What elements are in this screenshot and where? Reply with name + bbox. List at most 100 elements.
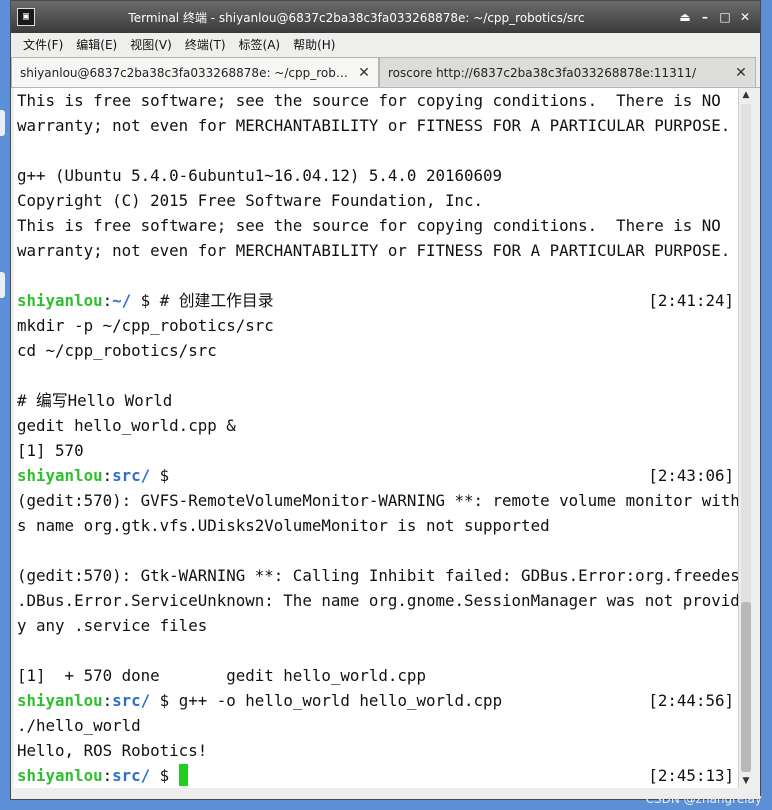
output-line: cd ~/cpp_robotics/src — [14, 338, 738, 363]
output-line: gedit hello_world.cpp & — [14, 413, 738, 438]
terminal-window: ▣ Terminal 终端 - shiyanlou@6837c2ba38c3fa… — [10, 0, 761, 800]
output-line: [1] + 570 done gedit hello_world.cpp — [14, 663, 738, 688]
line-text: [1] 570 — [17, 441, 84, 460]
prompt-separator: : — [102, 466, 113, 485]
scroll-up-icon[interactable]: ▲ — [739, 88, 753, 102]
prompt-username: shiyanlou — [17, 466, 103, 485]
tab-roscore-label: roscore http://6837c2ba38c3fa033268878e:… — [388, 65, 697, 80]
tab-bar: shiyanlou@6837c2ba38c3fa033268878e: ~/cp… — [11, 57, 760, 88]
menu-help[interactable]: 帮助(H) — [293, 36, 335, 53]
line-text: gedit hello_world.cpp & — [17, 416, 236, 435]
close-button[interactable]: ✕ — [738, 10, 752, 24]
vertical-scrollbar[interactable]: ▲ ▼ — [738, 88, 753, 788]
output-line: (gedit:570): Gtk-WARNING **: Calling Inh… — [14, 563, 738, 588]
close-icon[interactable]: ✕ — [727, 65, 755, 81]
line-text: mkdir -p ~/cpp_robotics/src — [17, 316, 274, 335]
prompt-line: shiyanlou:src/ $ g++ -o hello_world hell… — [14, 688, 738, 713]
output-line: g++ (Ubuntu 5.4.0-6ubuntu1~16.04.12) 5.4… — [14, 163, 738, 188]
menu-terminal[interactable]: 终端(T) — [185, 36, 226, 53]
line-text: warranty; not even for MERCHANTABILITY o… — [17, 241, 731, 260]
tab-roscore[interactable]: roscore http://6837c2ba38c3fa033268878e:… — [379, 57, 756, 87]
maximize-button[interactable]: □ — [718, 10, 732, 24]
output-line: (gedit:570): GVFS-RemoteVolumeMonitor-WA… — [14, 488, 738, 513]
prompt-path: src/ — [112, 691, 151, 710]
line-text: s name org.gtk.vfs.UDisks2VolumeMonitor … — [17, 516, 550, 535]
prompt-path: ~/ — [112, 291, 132, 310]
line-text: This is free software; see the source fo… — [17, 91, 721, 110]
output-line: This is free software; see the source fo… — [14, 88, 738, 113]
scrollbar-thumb[interactable] — [741, 602, 751, 772]
line-text: Hello, ROS Robotics! — [17, 741, 208, 760]
text-cursor — [178, 764, 188, 786]
line-text: Copyright (C) 2015 Free Software Foundat… — [17, 191, 484, 210]
prompt-line: shiyanlou:src/ $ [2:45:13] — [14, 763, 738, 788]
output-line: # 编写Hello World — [14, 388, 738, 413]
desktop-side-tab[interactable] — [0, 272, 5, 298]
line-text: g++ -o hello_world hello_world.cpp — [178, 691, 503, 710]
close-icon[interactable]: ✕ — [350, 65, 378, 81]
watermark: CSDN @zhangrelay — [645, 792, 762, 806]
output-line: Hello, ROS Robotics! — [14, 738, 738, 763]
line-text: # 编写Hello World — [17, 391, 173, 410]
prompt-username: shiyanlou — [17, 766, 103, 785]
prompt-symbol: $ — [131, 291, 160, 310]
scroll-down-icon[interactable]: ▼ — [739, 774, 753, 788]
line-text: g++ (Ubuntu 5.4.0-6ubuntu1~16.04.12) 5.4… — [17, 166, 503, 185]
minimize-button[interactable]: – — [698, 10, 712, 24]
output-line: This is free software; see the source fo… — [14, 213, 738, 238]
desktop-side-tab[interactable] — [0, 110, 5, 136]
prompt-path: src/ — [112, 766, 151, 785]
prompt-timestamp: [2:44:56] — [648, 691, 734, 710]
prompt-line: shiyanlou:~/ $ # 创建工作目录 [2:41:24] — [14, 288, 738, 313]
output-line: s name org.gtk.vfs.UDisks2VolumeMonitor … — [14, 513, 738, 538]
menu-view[interactable]: 视图(V) — [130, 36, 172, 53]
output-line: Copyright (C) 2015 Free Software Foundat… — [14, 188, 738, 213]
prompt-symbol: $ — [150, 466, 179, 485]
prompt-line: shiyanlou:src/ $ [2:43:06] — [14, 463, 738, 488]
output-line: warranty; not even for MERCHANTABILITY o… — [14, 113, 738, 138]
eject-icon[interactable]: ⏏ — [678, 10, 692, 24]
menu-file[interactable]: 文件(F) — [23, 36, 63, 53]
prompt-username: shiyanlou — [17, 691, 103, 710]
output-line: y any .service files — [14, 613, 738, 638]
tab-shell-label: shiyanlou@6837c2ba38c3fa033268878e: ~/cp… — [20, 65, 350, 80]
prompt-symbol: $ — [150, 766, 179, 785]
line-text: (gedit:570): GVFS-RemoteVolumeMonitor-WA… — [17, 491, 738, 510]
line-text: This is free software; see the source fo… — [17, 216, 721, 235]
prompt-path: src/ — [112, 466, 151, 485]
output-line: ./hello_world — [14, 713, 738, 738]
title-bar[interactable]: ▣ Terminal 终端 - shiyanlou@6837c2ba38c3fa… — [11, 1, 760, 33]
line-text: [1] + 570 done gedit hello_world.cpp — [17, 666, 426, 685]
line-text: .DBus.Error.ServiceUnknown: The name org… — [17, 591, 738, 610]
menu-tabs[interactable]: 标签(A) — [239, 36, 281, 53]
prompt-separator: : — [102, 766, 113, 785]
prompt-separator: : — [102, 291, 113, 310]
window-title: Terminal 终端 - shiyanlou@6837c2ba38c3fa03… — [128, 10, 585, 25]
output-line: warranty; not even for MERCHANTABILITY o… — [14, 238, 738, 263]
scrollbar-track[interactable] — [741, 104, 751, 772]
prompt-username: shiyanlou — [17, 291, 103, 310]
line-text: # 创建工作目录 — [159, 291, 274, 310]
line-text: warranty; not even for MERCHANTABILITY o… — [17, 116, 731, 135]
line-text: ./hello_world — [17, 716, 141, 735]
output-line: .DBus.Error.ServiceUnknown: The name org… — [14, 588, 738, 613]
menu-edit[interactable]: 编辑(E) — [76, 36, 117, 53]
line-text: y any .service files — [17, 616, 208, 635]
prompt-symbol: $ — [150, 691, 179, 710]
prompt-timestamp: [2:45:13] — [648, 766, 734, 785]
tab-shell[interactable]: shiyanlou@6837c2ba38c3fa033268878e: ~/cp… — [11, 57, 379, 87]
prompt-timestamp: [2:41:24] — [648, 291, 734, 310]
terminal-output[interactable]: This is free software; see the source fo… — [14, 88, 738, 788]
line-text: cd ~/cpp_robotics/src — [17, 341, 217, 360]
prompt-timestamp: [2:43:06] — [648, 466, 734, 485]
prompt-separator: : — [102, 691, 113, 710]
output-line: [1] 570 — [14, 438, 738, 463]
menu-bar: 文件(F) 编辑(E) 视图(V) 终端(T) 标签(A) 帮助(H) — [11, 33, 760, 55]
output-line: mkdir -p ~/cpp_robotics/src — [14, 313, 738, 338]
terminal-app-icon[interactable]: ▣ — [17, 8, 35, 26]
